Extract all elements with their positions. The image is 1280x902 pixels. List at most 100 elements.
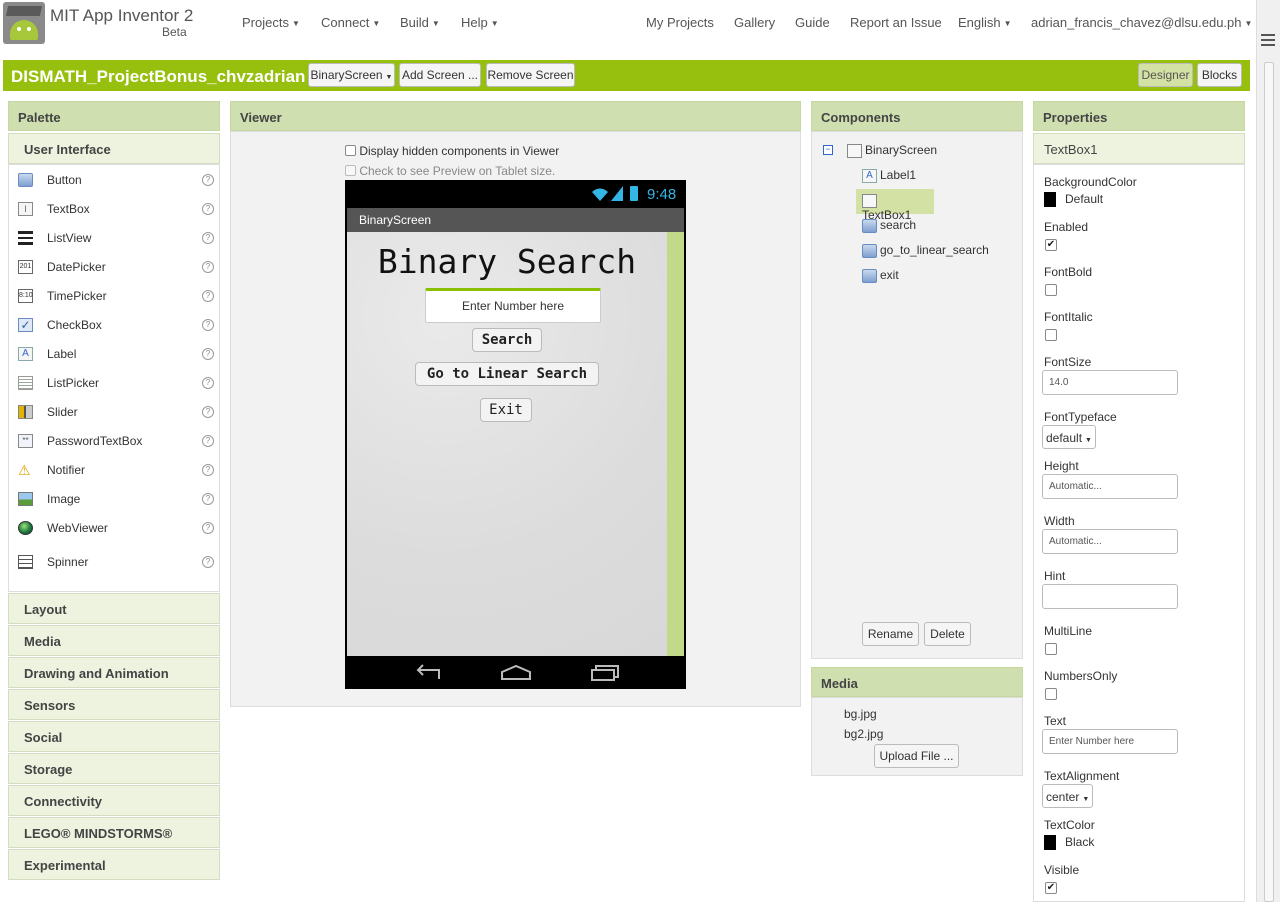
- menu-help[interactable]: Help ▼: [461, 15, 499, 30]
- designer-button[interactable]: Designer: [1138, 63, 1193, 87]
- menu-projects[interactable]: Projects ▼: [242, 15, 300, 30]
- palette-category-storage[interactable]: Storage: [8, 753, 220, 784]
- prop-textalignment-select[interactable]: center ▼: [1042, 784, 1093, 808]
- language-menu[interactable]: English ▼: [958, 15, 1012, 30]
- tablet-preview-option[interactable]: Check to see Preview on Tablet size.: [345, 164, 555, 178]
- palette-category-social[interactable]: Social: [8, 721, 220, 752]
- add-screen-button[interactable]: Add Screen ...: [399, 63, 481, 87]
- prop-height-input[interactable]: Automatic...: [1042, 474, 1178, 499]
- upload-file-button[interactable]: Upload File ...: [874, 744, 959, 768]
- palette-item-notifier[interactable]: ⚠ Notifier?: [9, 456, 219, 485]
- palette-category-layout[interactable]: Layout: [8, 593, 220, 624]
- palette-item-timepicker[interactable]: 8:10 TimePicker?: [9, 282, 219, 311]
- prop-fontitalic-checkbox[interactable]: [1045, 329, 1057, 341]
- palette-item-passwordtextbox[interactable]: ** PasswordTextBox?: [9, 427, 219, 456]
- link-gallery[interactable]: Gallery: [734, 15, 775, 30]
- tree-search[interactable]: search: [862, 218, 916, 242]
- palette-category-drawing[interactable]: Drawing and Animation: [8, 657, 220, 688]
- screen-search-button[interactable]: Search: [472, 328, 542, 352]
- link-guide[interactable]: Guide: [795, 15, 830, 30]
- button-icon: [18, 173, 33, 187]
- prop-numbersonly-label: NumbersOnly: [1044, 669, 1118, 683]
- palette-category-sensors[interactable]: Sensors: [8, 689, 220, 720]
- scrollbar-thumb[interactable]: [1264, 62, 1274, 902]
- link-report-issue[interactable]: Report an Issue: [850, 15, 942, 30]
- menu-connect[interactable]: Connect ▼: [321, 15, 380, 30]
- remove-screen-button[interactable]: Remove Screen: [486, 63, 575, 87]
- palette-item-datepicker[interactable]: 201 DatePicker?: [9, 253, 219, 282]
- palette-item-spinner[interactable]: Spinner?: [9, 548, 219, 577]
- caret-down-icon: ▼: [1003, 19, 1012, 29]
- blocks-button[interactable]: Blocks: [1197, 63, 1242, 87]
- palette-item-button[interactable]: Button?: [9, 166, 219, 195]
- link-my-projects[interactable]: My Projects: [646, 15, 714, 30]
- menu-build[interactable]: Build ▼: [400, 15, 440, 30]
- caret-down-icon: ▼: [1244, 19, 1253, 29]
- tree-exit[interactable]: exit: [862, 268, 899, 292]
- prop-hint-input[interactable]: [1042, 584, 1178, 609]
- prop-multiline-checkbox[interactable]: [1045, 643, 1057, 655]
- media-file-bg[interactable]: bg.jpg: [844, 707, 877, 721]
- help-icon[interactable]: ?: [202, 348, 214, 360]
- palette-category-lego[interactable]: LEGO® MINDSTORMS®: [8, 817, 220, 848]
- palette-item-listpicker[interactable]: ListPicker?: [9, 369, 219, 398]
- prop-fontbold-checkbox[interactable]: [1045, 284, 1057, 296]
- help-icon[interactable]: ?: [202, 435, 214, 447]
- palette-category-experimental[interactable]: Experimental: [8, 849, 220, 880]
- help-icon[interactable]: ?: [202, 174, 214, 186]
- menu-icon[interactable]: [1261, 34, 1275, 49]
- prop-width-input[interactable]: Automatic...: [1042, 529, 1178, 554]
- user-menu[interactable]: adrian_francis_chavez@dlsu.edu.ph ▼: [1031, 15, 1252, 30]
- palette-section-user-interface[interactable]: User Interface: [8, 133, 220, 164]
- help-icon[interactable]: ?: [202, 319, 214, 331]
- prop-visible-checkbox[interactable]: ✔: [1045, 882, 1057, 894]
- prop-fontsize-input[interactable]: 14.0: [1042, 370, 1178, 395]
- app-inventor-logo[interactable]: [3, 2, 45, 44]
- tree-go-to-linear-search[interactable]: go_to_linear_search: [862, 243, 989, 267]
- listview-icon: [18, 231, 33, 245]
- prop-backgroundcolor-value[interactable]: Default: [1044, 192, 1103, 208]
- help-icon[interactable]: ?: [202, 522, 214, 534]
- prop-enabled-checkbox[interactable]: ✔: [1045, 239, 1057, 251]
- media-file-bg2[interactable]: bg2.jpg: [844, 727, 883, 741]
- collapse-icon[interactable]: −: [823, 145, 833, 155]
- palette-category-media[interactable]: Media: [8, 625, 220, 656]
- palette-item-checkbox[interactable]: ✓ CheckBox?: [9, 311, 219, 340]
- prop-fonttypeface-select[interactable]: default ▼: [1042, 425, 1096, 449]
- delete-button[interactable]: Delete: [924, 622, 971, 646]
- tree-binaryscreen[interactable]: BinaryScreen: [847, 143, 937, 167]
- help-icon[interactable]: ?: [202, 556, 214, 568]
- palette-item-image[interactable]: Image?: [9, 485, 219, 514]
- palette-item-textbox[interactable]: I TextBox?: [9, 195, 219, 224]
- checkbox-icon: ✓: [18, 318, 33, 332]
- page-scrollbar[interactable]: [1256, 0, 1280, 902]
- help-icon[interactable]: ?: [202, 377, 214, 389]
- help-icon[interactable]: ?: [202, 406, 214, 418]
- textbox-icon: [862, 193, 877, 208]
- rename-button[interactable]: Rename: [862, 622, 919, 646]
- palette-item-label[interactable]: A Label?: [9, 340, 219, 369]
- palette-item-listview[interactable]: ListView?: [9, 224, 219, 253]
- screen-exit-button[interactable]: Exit: [480, 398, 532, 422]
- screen-textbox1[interactable]: Enter Number here: [425, 288, 601, 323]
- prop-textcolor-value[interactable]: Black: [1044, 835, 1094, 851]
- help-icon[interactable]: ?: [202, 203, 214, 215]
- help-icon[interactable]: ?: [202, 232, 214, 244]
- recent-apps-icon: [591, 665, 619, 681]
- help-icon[interactable]: ?: [202, 464, 214, 476]
- display-hidden-checkbox[interactable]: [345, 145, 356, 156]
- tree-textbox1-selected[interactable]: TextBox1: [856, 189, 934, 222]
- help-icon[interactable]: ?: [202, 261, 214, 273]
- prop-text-input[interactable]: Enter Number here: [1042, 729, 1178, 754]
- help-icon[interactable]: ?: [202, 290, 214, 302]
- screen-select[interactable]: BinaryScreen ▼: [308, 63, 395, 87]
- palette-item-webviewer[interactable]: WebViewer?: [9, 514, 219, 543]
- display-hidden-option[interactable]: Display hidden components in Viewer: [345, 144, 559, 158]
- tablet-preview-checkbox[interactable]: [345, 165, 356, 176]
- palette-category-connectivity[interactable]: Connectivity: [8, 785, 220, 816]
- prop-numbersonly-checkbox[interactable]: [1045, 688, 1057, 700]
- help-icon[interactable]: ?: [202, 493, 214, 505]
- screen-heading-label1[interactable]: Binary Search: [347, 242, 667, 281]
- palette-item-slider[interactable]: Slider?: [9, 398, 219, 427]
- screen-linear-search-button[interactable]: Go to Linear Search: [415, 362, 599, 386]
